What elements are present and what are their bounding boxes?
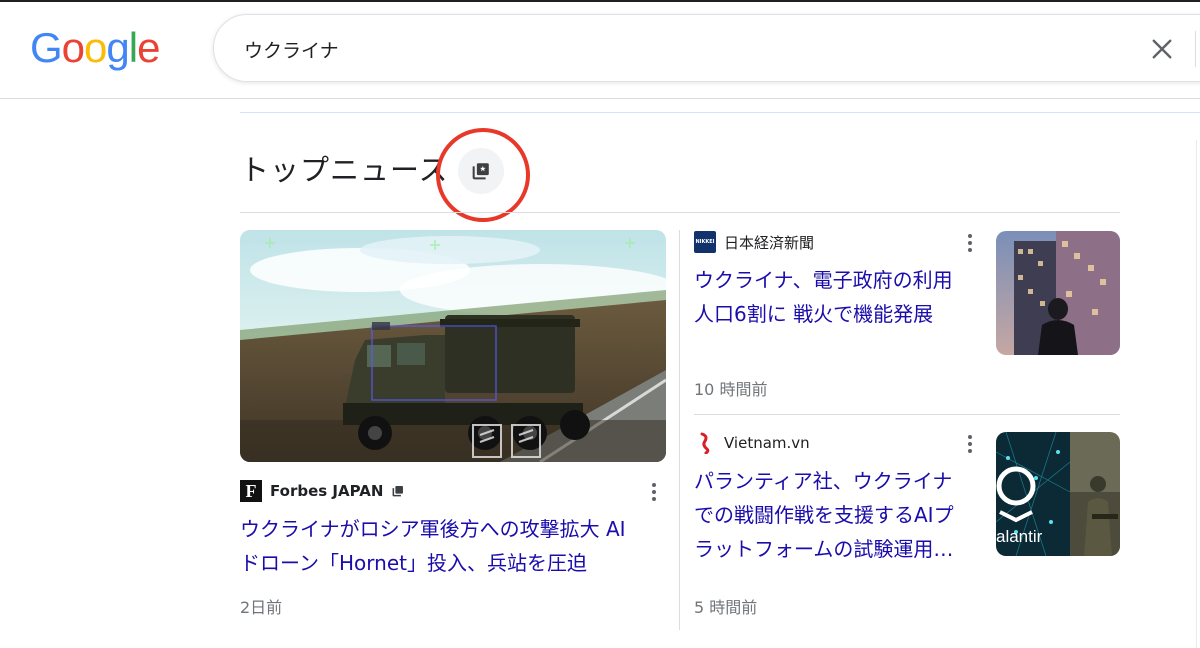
source-name: Forbes JAPAN (270, 482, 384, 500)
more-dot (652, 490, 656, 494)
article-divider (694, 414, 1120, 415)
more-options-button[interactable] (960, 432, 980, 456)
results-top-divider (240, 112, 1200, 113)
search-header: Google (0, 2, 1200, 99)
nikkei-logo: NIKKEI (694, 231, 716, 253)
full-coverage-icon (472, 163, 489, 180)
source-row[interactable]: NIKKEI 日本経済新聞 (694, 231, 814, 253)
close-icon (1152, 39, 1172, 59)
logo-letter: o (84, 24, 107, 71)
logo-letter: e (137, 24, 160, 71)
news-timestamp: 2日前 (240, 598, 283, 617)
logo-letter: l (128, 24, 138, 71)
featured-news-image[interactable] (240, 230, 666, 462)
news-headline-link[interactable]: ウクライナがロシア軍後方への攻撃拡大 AI ドローン「Hornet」投入、兵站を… (240, 512, 666, 580)
headline-line: ウクライナがロシア軍後方への攻撃拡大 AI (240, 517, 626, 541)
palantir-thumb-text: alantir (996, 527, 1043, 546)
more-dot (968, 248, 972, 252)
news-timestamp: 5 時間前 (694, 598, 758, 617)
headline-line: ウクライナ、電子政府の利用 (694, 268, 953, 292)
more-dot (652, 483, 656, 487)
forbes-japan-logo: F (240, 480, 262, 502)
source-row[interactable]: Vietnam.vn (694, 432, 810, 454)
scrollbar-track[interactable] (1196, 140, 1197, 648)
more-dot (968, 449, 972, 453)
top-news-divider (240, 212, 1120, 213)
search-box (213, 14, 1200, 82)
building-thumbnail-image (996, 231, 1120, 355)
headline-line: パランティア社、ウクライナ (694, 469, 953, 493)
headline-line: での戦闘作戦を支援するAIプ (694, 503, 954, 527)
more-options-button[interactable] (644, 480, 664, 504)
palantir-thumbnail-image: alantir (996, 432, 1120, 556)
full-coverage-button[interactable] (458, 148, 504, 194)
source-row[interactable]: F Forbes JAPAN (240, 480, 405, 502)
more-dot (968, 442, 972, 446)
news-thumbnail[interactable]: alantir (996, 432, 1120, 556)
news-thumbnail[interactable] (996, 231, 1120, 355)
google-logo[interactable]: Google (30, 24, 160, 72)
top-news-heading: トップニュース (240, 153, 449, 187)
more-dot (652, 497, 656, 501)
clear-search-button[interactable] (1146, 33, 1178, 65)
news-card-featured[interactable]: F Forbes JAPAN ウクライナがロシア軍後方への攻撃拡大 AI ドロー… (240, 230, 666, 630)
more-dot (968, 234, 972, 238)
news-headline-link[interactable]: パランティア社、ウクライナ での戦闘作戦を支援するAIプ ラットフォームの試験運… (694, 464, 984, 566)
source-name: 日本経済新聞 (724, 233, 815, 252)
headline-line: 人口6割に 戦火で機能発展 (694, 302, 934, 326)
news-headline-link[interactable]: ウクライナ、電子政府の利用 人口6割に 戦火で機能発展 (694, 263, 984, 331)
nikkei-logo-text: NIKKEI (695, 238, 715, 245)
full-coverage-icon (392, 486, 404, 497)
logo-letter: G (30, 24, 63, 71)
source-name: Vietnam.vn (724, 434, 810, 452)
more-options-button[interactable] (960, 231, 980, 255)
logo-letter: g (106, 24, 129, 71)
searchbox-divider (1195, 31, 1196, 67)
more-dot (968, 241, 972, 245)
headline-line: ドローン「Hornet」投入、兵站を圧迫 (240, 551, 587, 575)
vietnam-vn-logo (700, 432, 710, 454)
logo-letter: o (61, 24, 85, 71)
more-dot (968, 435, 972, 439)
military-truck-image (240, 230, 666, 462)
search-input[interactable] (242, 33, 1126, 65)
forbes-logo-letter: F (245, 481, 257, 501)
news-timestamp: 10 時間前 (694, 380, 768, 399)
headline-line: ラットフォームの試験運用… (694, 537, 954, 561)
column-divider (679, 230, 680, 630)
